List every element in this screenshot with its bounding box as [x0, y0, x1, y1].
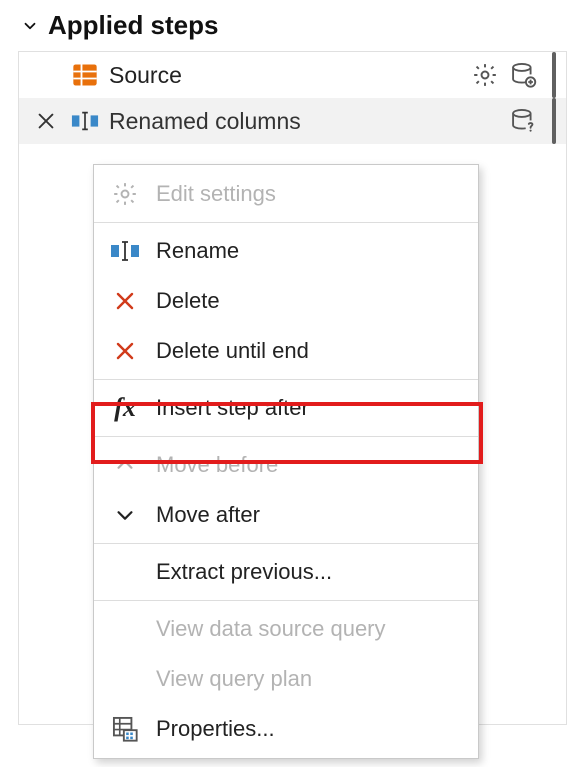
step-row[interactable]: Source — [19, 52, 566, 98]
context-menu: Edit settings Rename Delete Dele — [93, 164, 479, 759]
step-label: Source — [109, 62, 182, 89]
applied-steps-header[interactable]: Applied steps — [12, 6, 573, 51]
scroll-track — [552, 98, 556, 144]
database-query-icon[interactable] — [508, 106, 538, 136]
menu-item-delete[interactable]: Delete — [94, 276, 478, 326]
menu-item-rename[interactable]: Rename — [94, 226, 478, 276]
menu-item-move-after[interactable]: Move after — [94, 490, 478, 540]
separator — [94, 379, 478, 380]
scroll-track — [552, 52, 556, 98]
menu-item-view-query-plan: View query plan — [94, 654, 478, 704]
step-row[interactable]: Renamed columns — [19, 98, 566, 144]
menu-item-move-before: Move before — [94, 440, 478, 490]
row-actions — [508, 98, 556, 144]
close-icon — [108, 284, 142, 318]
rename-columns-icon — [71, 107, 99, 135]
menu-item-label: Delete — [156, 288, 220, 314]
menu-item-delete-until-end[interactable]: Delete until end — [94, 326, 478, 376]
chevron-down-icon — [108, 498, 142, 532]
menu-item-properties[interactable]: Properties... — [94, 704, 478, 754]
steps-panel: Source — [18, 51, 567, 725]
menu-item-label: Properties... — [156, 716, 275, 742]
menu-item-label: Extract previous... — [156, 559, 332, 585]
separator — [94, 436, 478, 437]
blank-icon — [108, 662, 142, 696]
menu-item-label: Move after — [156, 502, 260, 528]
chevron-up-icon — [108, 448, 142, 482]
menu-item-label: Move before — [156, 452, 278, 478]
separator — [94, 600, 478, 601]
blank-icon — [108, 555, 142, 589]
step-label: Renamed columns — [109, 108, 301, 135]
separator — [94, 543, 478, 544]
menu-item-label: Insert step after — [156, 395, 309, 421]
close-icon — [108, 334, 142, 368]
gear-icon[interactable] — [470, 60, 500, 90]
menu-item-label: Rename — [156, 238, 239, 264]
menu-item-view-data-source-query: View data source query — [94, 604, 478, 654]
properties-icon — [108, 712, 142, 746]
menu-item-label: View data source query — [156, 616, 386, 642]
function-icon: fx — [108, 391, 142, 425]
menu-item-label: Delete until end — [156, 338, 309, 364]
menu-item-insert-step-after[interactable]: fx Insert step after — [94, 383, 478, 433]
chevron-down-icon — [20, 16, 40, 36]
menu-item-label: Edit settings — [156, 181, 276, 207]
database-add-icon[interactable] — [508, 60, 538, 90]
separator — [94, 222, 478, 223]
rename-icon — [108, 234, 142, 268]
section-title: Applied steps — [48, 10, 218, 41]
row-actions — [470, 52, 556, 98]
menu-item-label: View query plan — [156, 666, 312, 692]
blank-icon — [108, 612, 142, 646]
menu-item-edit-settings: Edit settings — [94, 169, 478, 219]
delete-step-icon[interactable] — [31, 110, 61, 132]
gear-icon — [108, 177, 142, 211]
source-icon — [71, 61, 99, 89]
menu-item-extract-previous[interactable]: Extract previous... — [94, 547, 478, 597]
